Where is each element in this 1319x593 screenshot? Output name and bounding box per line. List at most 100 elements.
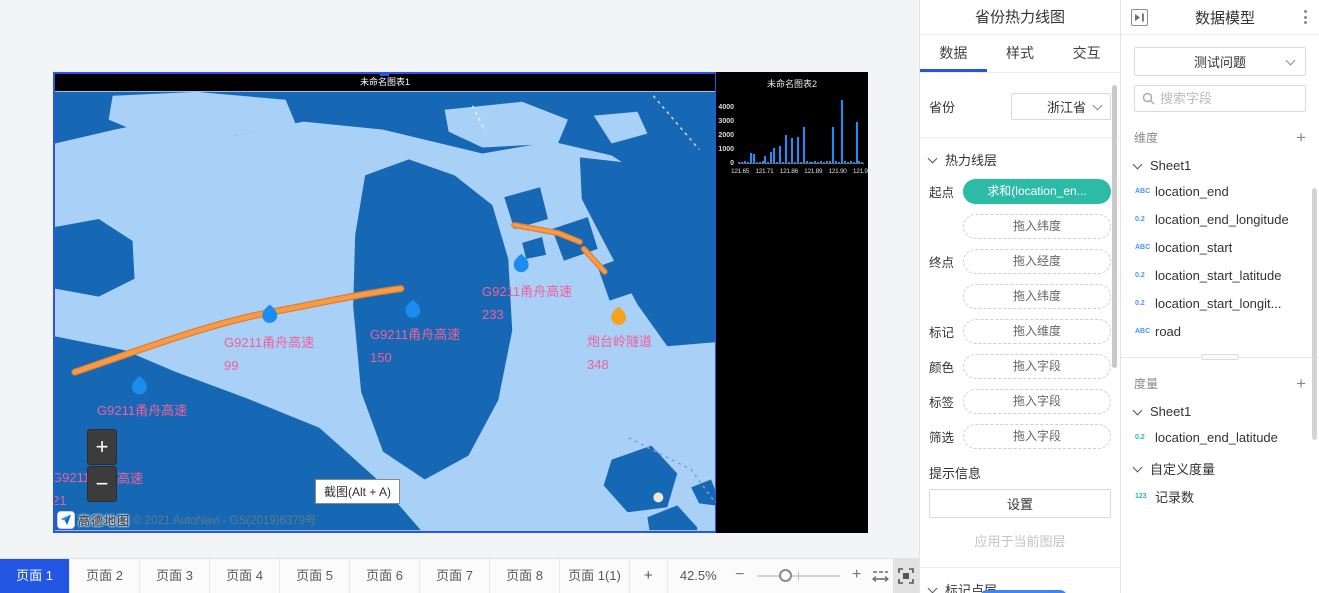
drop-zone-pill[interactable]: 拖入纬度: [963, 284, 1111, 309]
chart-settings-title: 省份热力线图: [920, 0, 1120, 35]
page-tab[interactable]: 页面 4: [210, 559, 280, 593]
page-tab[interactable]: 页面 7: [420, 559, 490, 593]
bar: [794, 162, 796, 163]
bar-chart-widget[interactable]: 未命名图表2 40003000200010000 121.65121.71121…: [716, 72, 868, 533]
measure-group-sheet1[interactable]: Sheet1: [1134, 404, 1306, 419]
chevron-down-icon: [1133, 406, 1143, 416]
field-shelf-row: 终点拖入经度: [929, 249, 1111, 274]
measure-list: 0.2location_end_latitude: [1121, 428, 1319, 447]
bar: [797, 137, 799, 163]
dimension-group-sheet1[interactable]: Sheet1: [1134, 158, 1306, 173]
field-item[interactable]: ABClocation_end: [1135, 182, 1306, 201]
field-shelf-row: 标记拖入维度: [929, 319, 1111, 344]
field-search-box[interactable]: [1134, 85, 1306, 112]
bar: [809, 162, 811, 163]
zoom-slider[interactable]: [753, 559, 844, 593]
data-model-scrollbar[interactable]: [1312, 188, 1317, 440]
search-input[interactable]: [1160, 91, 1298, 106]
page-tab[interactable]: 页面 1(1): [560, 559, 630, 593]
settings-body: 省份 浙江省 热力线层 起点求和(location_en...拖入纬度终点拖入经…: [920, 93, 1120, 593]
bar: [835, 161, 837, 163]
map-zoom-in-button[interactable]: +: [87, 429, 117, 465]
y-axis-labels: 40003000200010000: [717, 100, 735, 164]
bar: [756, 162, 758, 163]
field-item[interactable]: ABCroad: [1135, 322, 1306, 341]
field-type-icon: 0.2: [1135, 216, 1155, 223]
field-item[interactable]: 0.2location_end_latitude: [1135, 428, 1306, 447]
add-measure-icon[interactable]: +: [1296, 377, 1306, 391]
page-tab[interactable]: 页面 6: [350, 559, 420, 593]
bar: [764, 156, 766, 163]
map-canvas[interactable]: G9211甬舟高速233G9211甬舟高速150G9211甬舟高速99炮台岭隧道…: [55, 91, 715, 531]
divider: [920, 567, 1120, 568]
custom-measure-group[interactable]: 自定义度量: [1134, 459, 1306, 478]
bar: [747, 162, 749, 163]
drop-zone-pill[interactable]: 拖入字段: [963, 389, 1111, 414]
page-tab[interactable]: 页面 2: [70, 559, 140, 593]
map-data-label: G9211甬舟高速150: [370, 327, 460, 365]
zoom-level-value: 42.5%: [668, 559, 729, 593]
map-zoom-out-button[interactable]: −: [87, 466, 117, 502]
field-pill[interactable]: 求和(location_en...: [963, 179, 1111, 204]
heatline-layer-section[interactable]: 热力线层: [929, 150, 1111, 169]
province-select[interactable]: 浙江省: [1011, 93, 1111, 120]
bar: [806, 161, 808, 163]
field-name: location_start: [1155, 240, 1232, 255]
collapse-panel-icon[interactable]: [1131, 9, 1148, 26]
field-item[interactable]: 123记录数: [1135, 487, 1306, 506]
tooltip-info-label: 提示信息: [929, 463, 1111, 482]
page-tab[interactable]: 页面 8: [490, 559, 560, 593]
settings-tab-数据[interactable]: 数据: [920, 35, 987, 72]
map-geography: [55, 91, 715, 531]
map-chart-widget[interactable]: 未命名图表1: [53, 72, 717, 533]
drop-zone-pill[interactable]: 拖入字段: [963, 424, 1111, 449]
add-dimension-icon[interactable]: +: [1296, 131, 1306, 145]
map-data-label: G9211甬舟高速233: [482, 284, 572, 322]
settings-tab-交互[interactable]: 交互: [1053, 35, 1120, 72]
question-select[interactable]: 测试问题: [1134, 47, 1306, 76]
drop-zone-pill[interactable]: 拖入经度: [963, 249, 1111, 274]
bar: [738, 162, 740, 163]
settings-tab-样式[interactable]: 样式: [987, 35, 1054, 72]
drop-zone-pill[interactable]: 拖入纬度: [963, 214, 1111, 239]
tooltip-settings-button[interactable]: 设置: [929, 489, 1111, 518]
panel-splitter[interactable]: [1121, 352, 1319, 358]
zoom-out-button[interactable]: −: [729, 559, 751, 593]
zoom-in-button[interactable]: +: [846, 559, 868, 593]
data-model-title: 数据模型: [1148, 7, 1302, 28]
drop-zone-pill[interactable]: 拖入维度: [963, 319, 1111, 344]
bar: [844, 161, 846, 163]
bar-chart-title: 未命名图表2: [716, 72, 868, 90]
page-tab[interactable]: 页面 5: [280, 559, 350, 593]
amap-brand-text: 高德地图: [78, 512, 130, 529]
map-data-label: 高速: [117, 471, 143, 486]
search-icon: [1142, 92, 1155, 105]
page-tab[interactable]: 页面 3: [140, 559, 210, 593]
page-tabs: 页面 1页面 2页面 3页面 4页面 5页面 6页面 7页面 8页面 1(1): [0, 559, 630, 593]
settings-scrollbar[interactable]: [1112, 85, 1117, 368]
amap-logo-icon: [57, 511, 75, 529]
field-shelf-rows: 起点求和(location_en...拖入纬度终点拖入经度拖入纬度标记拖入维度颜…: [929, 179, 1111, 449]
bar-series: [738, 100, 864, 164]
field-item[interactable]: ABClocation_start: [1135, 238, 1306, 257]
chevron-down-icon: [928, 154, 938, 164]
field-item[interactable]: 0.2location_start_longit...: [1135, 294, 1306, 313]
province-value: 浙江省: [1047, 97, 1086, 116]
selection-handle-top[interactable]: [380, 72, 389, 76]
kebab-menu-icon[interactable]: [1302, 8, 1309, 26]
field-item[interactable]: 0.2location_end_longitude: [1135, 210, 1306, 229]
splitter-grip[interactable]: [1201, 354, 1239, 360]
bar: [814, 161, 816, 163]
field-item[interactable]: 0.2location_start_latitude: [1135, 266, 1306, 285]
field-name: 记录数: [1155, 487, 1194, 506]
field-type-icon: ABC: [1135, 328, 1155, 335]
bar: [841, 100, 843, 163]
zoom-slider-knob[interactable]: [779, 569, 792, 582]
page-tab-bar: 页面 1页面 2页面 3页面 4页面 5页面 6页面 7页面 8页面 1(1) …: [0, 558, 919, 593]
dimensions-label: 维度: [1134, 129, 1158, 146]
fit-width-icon[interactable]: [868, 559, 894, 593]
drop-zone-pill[interactable]: 拖入字段: [963, 354, 1111, 379]
add-page-button[interactable]: +: [630, 559, 668, 593]
focus-frame-icon[interactable]: [893, 559, 919, 593]
page-tab[interactable]: 页面 1: [0, 559, 70, 593]
